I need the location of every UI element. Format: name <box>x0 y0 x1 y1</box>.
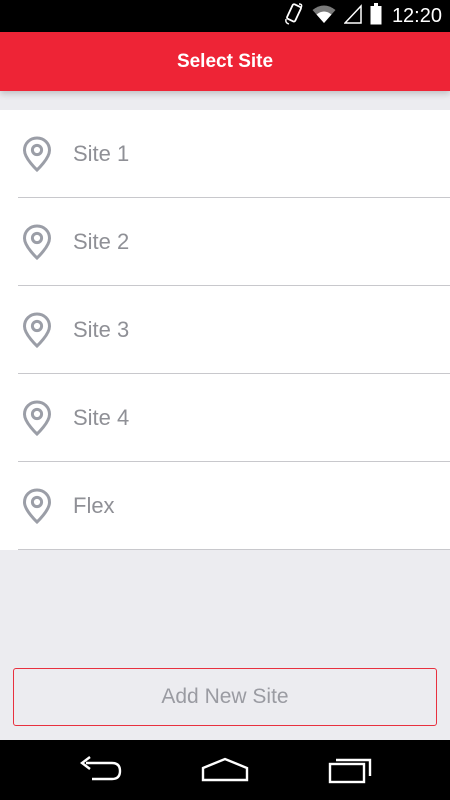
recents-icon[interactable] <box>326 754 374 786</box>
nav-bar <box>0 740 450 800</box>
page-title: Select Site <box>176 50 274 72</box>
add-new-site-label: Add New Site <box>161 685 289 708</box>
location-pin-icon <box>22 488 52 524</box>
wifi-icon <box>312 4 336 29</box>
site-list: Site 1 Site 2 Site 3 Site 4 Flex <box>0 110 450 550</box>
site-label: Flex <box>73 493 115 518</box>
site-item-2[interactable]: Site 2 <box>0 198 450 286</box>
site-label: Site 2 <box>73 229 130 254</box>
site-item-3[interactable]: Site 3 <box>0 286 450 374</box>
site-label: Site 4 <box>73 405 130 430</box>
screen: 12:20 Select Site Site 1 Site 2 Site 3 S… <box>0 0 450 800</box>
add-new-site-button[interactable]: Add New Site <box>13 668 437 726</box>
back-icon[interactable] <box>76 754 124 786</box>
location-pin-icon <box>22 224 52 260</box>
site-item-flex[interactable]: Flex <box>0 462 450 550</box>
location-pin-icon <box>22 312 52 348</box>
site-label: Site 3 <box>73 317 130 342</box>
rotate-icon <box>284 2 304 30</box>
app-header: Select Site <box>0 32 450 91</box>
location-pin-icon <box>22 136 52 172</box>
status-bar: 12:20 <box>0 0 450 32</box>
status-time: 12:20 <box>391 4 442 27</box>
site-item-4[interactable]: Site 4 <box>0 374 450 462</box>
battery-icon <box>370 2 382 30</box>
home-icon[interactable] <box>200 754 249 786</box>
site-item-1[interactable]: Site 1 <box>0 110 450 198</box>
location-pin-icon <box>22 400 52 436</box>
site-label: Site 1 <box>73 141 130 166</box>
signal-icon <box>343 3 362 29</box>
